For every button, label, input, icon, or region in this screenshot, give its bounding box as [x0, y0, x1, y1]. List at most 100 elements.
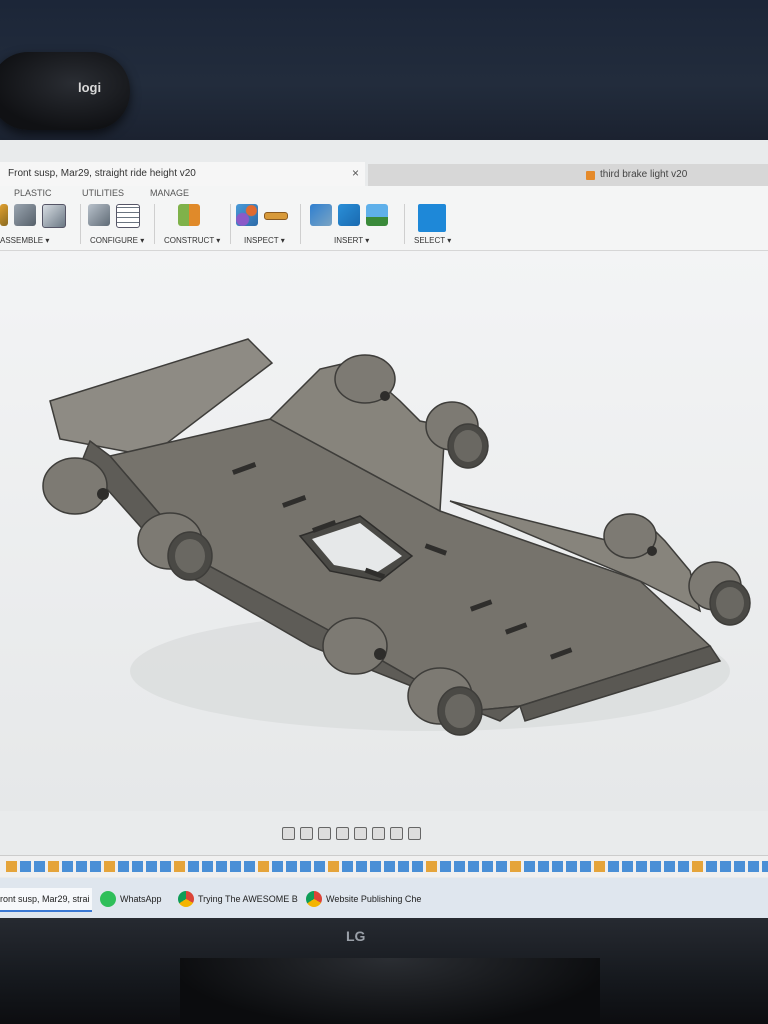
ribbon-divider	[154, 204, 155, 244]
timeline-feature-icon[interactable]	[524, 861, 535, 872]
taskbar-item-label: ront susp, Mar29, strai	[0, 894, 90, 904]
timeline-feature-icon[interactable]	[62, 861, 73, 872]
timeline-feature-icon[interactable]	[608, 861, 619, 872]
assemble-group[interactable]: ASSEMBLE ▾	[0, 200, 78, 248]
timeline-sketch-icon[interactable]	[510, 861, 521, 872]
grid-settings-icon[interactable]	[390, 826, 403, 840]
timeline-feature-icon[interactable]	[748, 861, 759, 872]
windows-taskbar: ront susp, Mar29, strai WhatsApp Trying …	[0, 878, 768, 918]
close-icon[interactable]: ×	[352, 166, 359, 180]
timeline-feature-icon[interactable]	[230, 861, 241, 872]
monitor-bottom-bezel: LG	[0, 918, 768, 1024]
tab-utilities[interactable]: UTILITIES	[82, 188, 124, 198]
viewports-icon[interactable]	[408, 826, 421, 840]
timeline-sketch-icon[interactable]	[48, 861, 59, 872]
timeline-feature-icon[interactable]	[160, 861, 171, 872]
inspect-group[interactable]: INSPECT ▾	[236, 200, 300, 248]
construct-group[interactable]: CONSTRUCT ▾	[164, 200, 226, 248]
zoom-icon[interactable]	[336, 826, 349, 840]
taskbar-item-chrome-1[interactable]: Trying The AWESOME B	[178, 888, 298, 910]
select-group[interactable]: SELECT ▾	[414, 200, 464, 248]
timeline-feature-icon[interactable]	[76, 861, 87, 872]
timeline-feature-icon[interactable]	[146, 861, 157, 872]
taskbar-item-whatsapp[interactable]: WhatsApp	[100, 888, 162, 910]
display-settings-icon[interactable]	[372, 826, 385, 840]
timeline-feature-icon[interactable]	[762, 861, 768, 872]
insert-group[interactable]: INSERT ▾	[310, 200, 400, 248]
toolbar-ribbon: PLASTIC UTILITIES MANAGE ASSEMBLE ▾ CONF…	[0, 186, 768, 251]
design-timeline[interactable]	[0, 855, 768, 877]
timeline-feature-icon[interactable]	[118, 861, 129, 872]
timeline-feature-icon[interactable]	[272, 861, 283, 872]
timeline-sketch-icon[interactable]	[104, 861, 115, 872]
taskbar-item-chrome-2[interactable]: Website Publishing Che	[306, 888, 421, 910]
timeline-feature-icon[interactable]	[286, 861, 297, 872]
timeline-feature-icon[interactable]	[650, 861, 661, 872]
configure-group[interactable]: CONFIGURE ▾	[88, 200, 150, 248]
look-at-icon[interactable]	[300, 826, 313, 840]
timeline-feature-icon[interactable]	[496, 861, 507, 872]
configure-icon	[88, 204, 110, 226]
document-tab-inactive[interactable]: third brake light v20	[368, 164, 768, 186]
timeline-sketch-icon[interactable]	[328, 861, 339, 872]
timeline-sketch-icon[interactable]	[258, 861, 269, 872]
timeline-feature-icon[interactable]	[188, 861, 199, 872]
timeline-feature-icon[interactable]	[342, 861, 353, 872]
orbit-icon[interactable]	[282, 826, 295, 840]
tab-manage[interactable]: MANAGE	[150, 188, 189, 198]
timeline-feature-icon[interactable]	[244, 861, 255, 872]
lg-logo: LG	[346, 928, 366, 944]
construct-icon	[178, 204, 200, 226]
assemble-label: ASSEMBLE ▾	[0, 236, 50, 245]
webcam-brand: logi	[78, 80, 102, 95]
document-tab-title: Front susp, Mar29, straight ride height …	[8, 168, 196, 179]
ribbon-divider	[300, 204, 301, 244]
timeline-feature-icon[interactable]	[440, 861, 451, 872]
timeline-feature-icon[interactable]	[216, 861, 227, 872]
timeline-feature-icon[interactable]	[202, 861, 213, 872]
timeline-feature-icon[interactable]	[384, 861, 395, 872]
inspect-icon	[236, 204, 258, 226]
timeline-sketch-icon[interactable]	[692, 861, 703, 872]
table-icon	[116, 204, 140, 228]
timeline-sketch-icon[interactable]	[426, 861, 437, 872]
timeline-feature-icon[interactable]	[538, 861, 549, 872]
timeline-feature-icon[interactable]	[720, 861, 731, 872]
timeline-sketch-icon[interactable]	[174, 861, 185, 872]
timeline-feature-icon[interactable]	[482, 861, 493, 872]
timeline-sketch-icon[interactable]	[6, 861, 17, 872]
timeline-sketch-icon[interactable]	[594, 861, 605, 872]
timeline-feature-icon[interactable]	[34, 861, 45, 872]
timeline-feature-icon[interactable]	[622, 861, 633, 872]
measure-icon	[264, 212, 288, 220]
tab-plastic[interactable]: PLASTIC	[14, 188, 52, 198]
timeline-feature-icon[interactable]	[664, 861, 675, 872]
timeline-feature-icon[interactable]	[580, 861, 591, 872]
timeline-feature-icon[interactable]	[566, 861, 577, 872]
timeline-feature-icon[interactable]	[552, 861, 563, 872]
timeline-feature-icon[interactable]	[356, 861, 367, 872]
3d-viewport[interactable]	[0, 251, 768, 811]
timeline-feature-icon[interactable]	[454, 861, 465, 872]
timeline-feature-icon[interactable]	[132, 861, 143, 872]
document-tab-active[interactable]: Front susp, Mar29, straight ride height …	[0, 162, 365, 187]
timeline-feature-icon[interactable]	[398, 861, 409, 872]
timeline-feature-icon[interactable]	[300, 861, 311, 872]
timeline-feature-icon[interactable]	[20, 861, 31, 872]
timeline-feature-icon[interactable]	[314, 861, 325, 872]
timeline-feature-icon[interactable]	[636, 861, 647, 872]
as-built-joint-icon	[14, 204, 36, 226]
timeline-feature-icon[interactable]	[678, 861, 689, 872]
timeline-feature-icon[interactable]	[706, 861, 717, 872]
timeline-feature-icon[interactable]	[468, 861, 479, 872]
timeline-feature-icon[interactable]	[734, 861, 745, 872]
timeline-feature-icon[interactable]	[412, 861, 423, 872]
fit-icon[interactable]	[354, 826, 367, 840]
insert-derive-icon	[338, 204, 360, 226]
taskbar-item-label: Trying The AWESOME B	[198, 894, 298, 904]
taskbar-item-fusion[interactable]: ront susp, Mar29, strai	[0, 888, 92, 912]
select-icon	[418, 204, 446, 232]
timeline-feature-icon[interactable]	[90, 861, 101, 872]
pan-icon[interactable]	[318, 826, 331, 840]
timeline-feature-icon[interactable]	[370, 861, 381, 872]
